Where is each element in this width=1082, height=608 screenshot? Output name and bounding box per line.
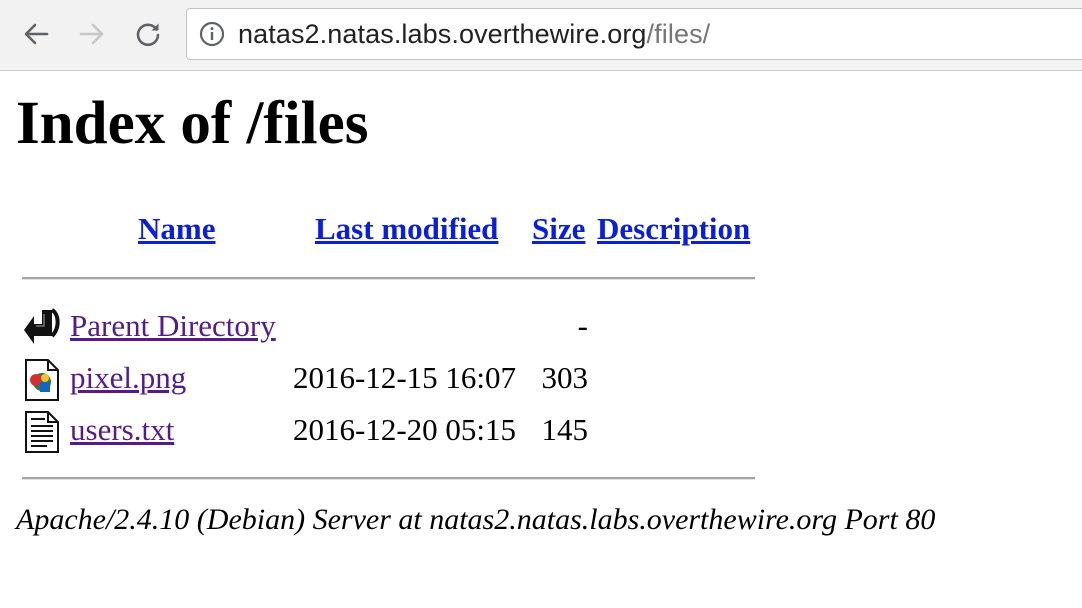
text-file-icon	[22, 410, 62, 454]
table-row: Parent Directory -	[0, 306, 800, 350]
sort-by-name-link[interactable]: Name	[138, 211, 215, 246]
file-name: users.txt	[70, 414, 174, 445]
file-size: 145	[541, 412, 589, 447]
browser-toolbar: natas2.natas.labs.overthewire.org/files/	[0, 0, 1082, 71]
file-size: -	[577, 308, 588, 343]
reload-button[interactable]	[128, 14, 168, 54]
divider-bottom	[22, 477, 755, 480]
column-header-modified: Last modified	[315, 213, 498, 244]
address-bar[interactable]: natas2.natas.labs.overthewire.org/files/	[186, 8, 1082, 60]
reload-icon	[136, 23, 160, 47]
server-signature: Apache/2.4.10 (Debian) Server at natas2.…	[16, 503, 936, 536]
page-title: Index of /files	[16, 90, 369, 157]
arrow-right-icon	[79, 23, 104, 45]
url-text[interactable]: natas2.natas.labs.overthewire.org/files/	[238, 19, 710, 50]
column-header-name: Name	[138, 213, 215, 244]
parent-directory-link[interactable]: Parent Directory	[70, 308, 276, 343]
image-file-icon	[22, 358, 62, 402]
sort-by-description-link[interactable]: Description	[597, 211, 750, 246]
back-arrow-icon	[22, 306, 62, 350]
forward-button[interactable]	[72, 14, 112, 54]
back-button[interactable]	[16, 14, 56, 54]
column-header-size: Size	[532, 213, 585, 244]
info-circle-icon[interactable]	[199, 21, 225, 47]
table-row: pixel.png 2016-12-15 16:07 303	[0, 358, 800, 402]
url-path: /files/	[646, 18, 711, 49]
column-header-description: Description	[597, 213, 750, 244]
page-content: Index of /files Name Last modified Size …	[0, 71, 1082, 608]
url-host: natas2.natas.labs.overthewire.org	[238, 18, 647, 49]
file-modified: 2016-12-15 16:07	[293, 360, 517, 395]
file-modified: 2016-12-20 05:15	[293, 412, 517, 447]
file-name: pixel.png	[70, 362, 186, 393]
table-row: users.txt 2016-12-20 05:15 145	[0, 410, 800, 454]
sort-by-size-link[interactable]: Size	[532, 211, 585, 246]
file-name: Parent Directory	[70, 310, 276, 341]
file-link-pixel-png[interactable]: pixel.png	[70, 360, 186, 395]
sort-by-modified-link[interactable]: Last modified	[315, 211, 498, 246]
divider-top	[22, 277, 755, 280]
file-size: 303	[541, 360, 589, 395]
arrow-left-icon	[24, 23, 49, 45]
file-link-users-txt[interactable]: users.txt	[70, 412, 174, 447]
